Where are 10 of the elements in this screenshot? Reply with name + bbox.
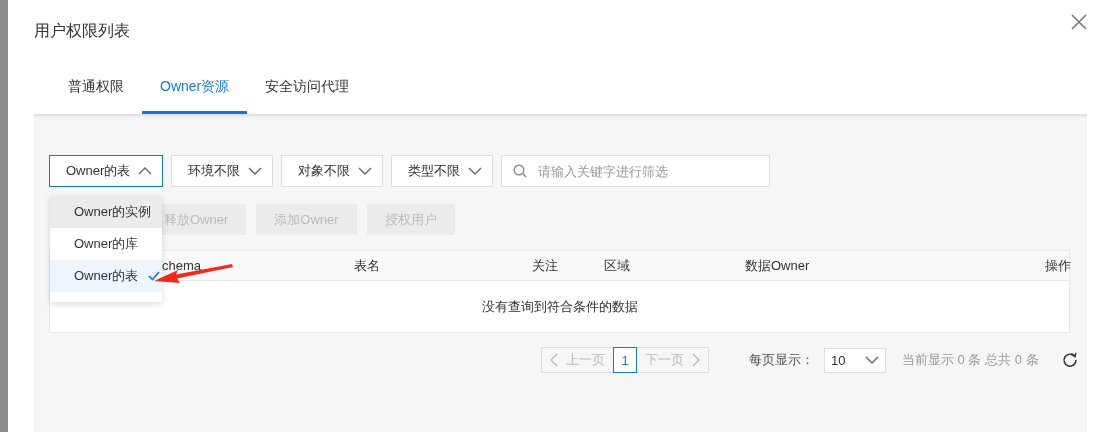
dialog-title: 用户权限列表: [34, 20, 130, 41]
page-size-label: 每页显示：: [749, 351, 814, 369]
column-header: 关注: [532, 256, 559, 275]
empty-message: 没有查询到符合条件的数据: [481, 297, 638, 316]
column-header: 操作: [1045, 256, 1071, 275]
column-header: chema: [162, 258, 203, 273]
column-header: 区域: [604, 256, 631, 275]
record-summary: 当前显示 0 条 总共 0 条: [902, 351, 1039, 369]
column-header: 表名: [354, 256, 381, 275]
column-header: 数据Owner: [745, 256, 811, 275]
